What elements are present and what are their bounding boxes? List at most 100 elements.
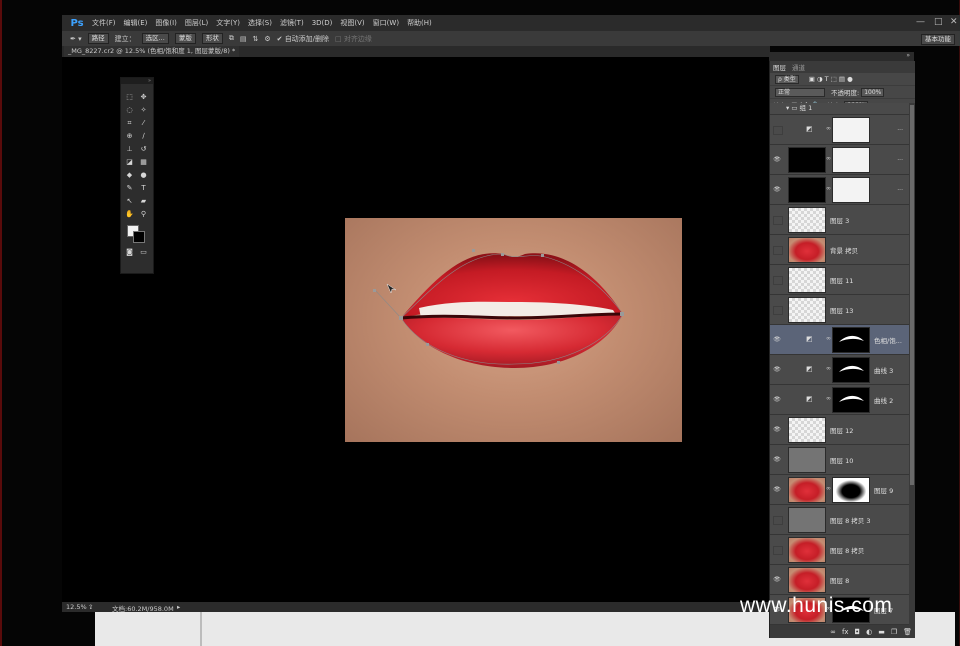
link-icon[interactable]: ∞ <box>830 628 836 636</box>
zoom-level[interactable]: 12.5% <box>66 603 87 611</box>
layer-thumbnail[interactable] <box>788 477 826 503</box>
adjustment-layer-icon[interactable]: ◩ <box>806 335 813 343</box>
status-arrow-icon[interactable]: ▸ <box>177 603 180 611</box>
fx-icon[interactable]: fx <box>842 628 849 636</box>
layer-row[interactable]: 图层 13 <box>770 295 909 325</box>
layer-name[interactable]: 背景 拷贝 <box>830 245 858 255</box>
layer-mask-thumbnail[interactable] <box>832 477 870 503</box>
menu-filter[interactable]: 滤镜(T) <box>276 18 308 28</box>
move-icon[interactable]: ✥ <box>139 93 148 101</box>
screen-mode-icon[interactable]: ▭ <box>139 248 148 256</box>
clone-stamp-icon[interactable]: ⊥ <box>125 145 134 153</box>
blend-mode-select[interactable]: 正常 <box>775 87 825 97</box>
dodge-icon[interactable]: ● <box>139 171 148 179</box>
layer-row[interactable]: 图层 3 <box>770 205 909 235</box>
layer-name[interactable]: 图层 13 <box>830 305 853 315</box>
layer-name[interactable]: 图层 8 <box>830 575 849 585</box>
tab-channels[interactable]: 通道 <box>789 62 808 72</box>
layer-mask-thumbnail[interactable] <box>832 387 870 413</box>
layer-thumbnail[interactable] <box>788 267 826 293</box>
chain-link-icon[interactable]: ∞ <box>826 335 831 342</box>
opacity-input[interactable]: 100% <box>861 87 885 97</box>
chain-link-icon[interactable]: ∞ <box>826 155 831 162</box>
layer-name[interactable]: 图层 3 <box>830 215 849 225</box>
trash-icon[interactable]: 🗑 <box>903 628 912 636</box>
quick-mask-icon[interactable]: ◙ <box>125 248 134 256</box>
visibility-eye-icon[interactable] <box>773 246 783 255</box>
chain-link-icon[interactable]: ∞ <box>826 395 831 402</box>
adjustment-icon[interactable]: ◐ <box>866 628 872 636</box>
minimize-button[interactable]: — <box>916 17 925 27</box>
lasso-icon[interactable]: ◌ <box>125 106 134 114</box>
path-selection-icon[interactable]: ↖ <box>125 197 134 205</box>
group-icon[interactable]: ▬ <box>878 628 885 636</box>
visibility-eye-icon[interactable] <box>773 516 783 525</box>
layer-row[interactable]: 👁 ◩ ∞ 色相/饱... <box>770 325 909 355</box>
menu-help[interactable]: 帮助(H) <box>403 18 436 28</box>
hand-icon[interactable]: ✋ <box>125 210 134 218</box>
blur-icon[interactable]: ◆ <box>125 171 134 179</box>
menu-edit[interactable]: 编辑(E) <box>120 18 152 28</box>
document-tab[interactable]: _MG_8227.cr2 @ 12.5% (色相/饱和度 1, 图层蒙版/8) … <box>64 46 240 57</box>
layer-row[interactable]: 👁 图层 10 <box>770 445 909 475</box>
layer-row[interactable]: 👁 ∞... <box>770 175 909 205</box>
healing-brush-icon[interactable]: ⊕ <box>125 132 134 140</box>
adjustment-layer-icon[interactable]: ◩ <box>806 365 813 373</box>
menu-3d[interactable]: 3D(D) <box>308 19 337 27</box>
layer-name[interactable]: 图层 8 拷贝 <box>830 545 864 555</box>
layer-group-row[interactable]: ▾ ▭ 组 1 <box>770 103 909 115</box>
layer-mask-thumbnail[interactable] <box>832 177 870 203</box>
layer-thumbnail[interactable] <box>788 567 826 593</box>
visibility-eye-icon[interactable] <box>773 306 783 315</box>
layer-thumbnail[interactable] <box>788 297 826 323</box>
layer-name[interactable]: 图层 8 拷贝 3 <box>830 515 870 525</box>
visibility-eye-icon[interactable]: 👁 <box>773 366 781 373</box>
shape-tool-icon[interactable]: ▰ <box>139 197 148 205</box>
layer-name[interactable]: 色相/饱... <box>874 335 902 345</box>
align-edges-checkbox[interactable]: □ 对齐边缘 <box>335 34 372 44</box>
layer-name[interactable]: 图层 12 <box>830 425 853 435</box>
panel-collapse-icon[interactable]: » <box>906 52 910 59</box>
layer-name[interactable]: 曲线 2 <box>874 395 893 405</box>
workspace-select[interactable]: 基本功能 <box>921 34 955 45</box>
menu-window[interactable]: 窗口(W) <box>369 18 403 28</box>
visibility-eye-icon[interactable]: 👁 <box>773 156 781 163</box>
chain-link-icon[interactable]: ∞ <box>826 365 831 372</box>
layer-mask-thumbnail[interactable] <box>832 147 870 173</box>
export-icon[interactable]: ⇪ <box>88 603 93 611</box>
tools-panel-grip[interactable]: » <box>121 78 153 84</box>
pen-icon[interactable]: ✒ ▾ <box>70 35 82 43</box>
background-color-swatch[interactable] <box>133 231 145 243</box>
mask-icon[interactable]: ◘ <box>855 628 861 636</box>
type-tool-icon[interactable]: T <box>139 184 148 192</box>
history-brush-icon[interactable]: ↺ <box>139 145 148 153</box>
eyedropper-icon[interactable]: ⁄ <box>139 119 148 127</box>
visibility-eye-icon[interactable] <box>773 546 783 555</box>
path-arrangement-icon[interactable]: ⇅ <box>252 35 258 43</box>
visibility-eye-icon[interactable] <box>773 216 783 225</box>
layer-thumbnail[interactable] <box>788 447 826 473</box>
layer-row[interactable]: 图层 8 拷贝 3 <box>770 505 909 535</box>
lips-photo[interactable] <box>345 218 682 442</box>
layer-name[interactable]: 图层 11 <box>830 275 853 285</box>
menu-image[interactable]: 图像(I) <box>151 18 181 28</box>
visibility-eye-icon[interactable]: 👁 <box>773 486 781 493</box>
path-operations-icon[interactable]: ⧉ <box>229 34 234 43</box>
visibility-eye-icon[interactable]: 👁 <box>773 426 781 433</box>
tab-layers[interactable]: 图层 <box>770 62 789 72</box>
layer-mask-thumbnail[interactable] <box>832 117 870 143</box>
visibility-eye-icon[interactable]: 👁 <box>773 456 781 463</box>
visibility-eye-icon[interactable]: 👁 <box>773 396 781 403</box>
menu-file[interactable]: 文件(F) <box>88 18 120 28</box>
crop-icon[interactable]: ⌗ <box>125 119 134 127</box>
layer-filter-select[interactable]: ρ 类型 <box>775 74 799 84</box>
menu-type[interactable]: 文字(Y) <box>212 18 244 28</box>
menu-view[interactable]: 视图(V) <box>336 18 368 28</box>
panel-dock-header[interactable]: » <box>769 52 914 61</box>
marquee-icon[interactable]: ⬚ <box>125 93 134 101</box>
layer-thumbnail[interactable] <box>788 507 826 533</box>
layer-thumbnail[interactable] <box>788 417 826 443</box>
visibility-eye-icon[interactable]: 👁 <box>773 186 781 193</box>
visibility-eye-icon[interactable]: 👁 <box>773 336 781 343</box>
adjustment-layer-icon[interactable]: ◩ <box>806 395 813 403</box>
